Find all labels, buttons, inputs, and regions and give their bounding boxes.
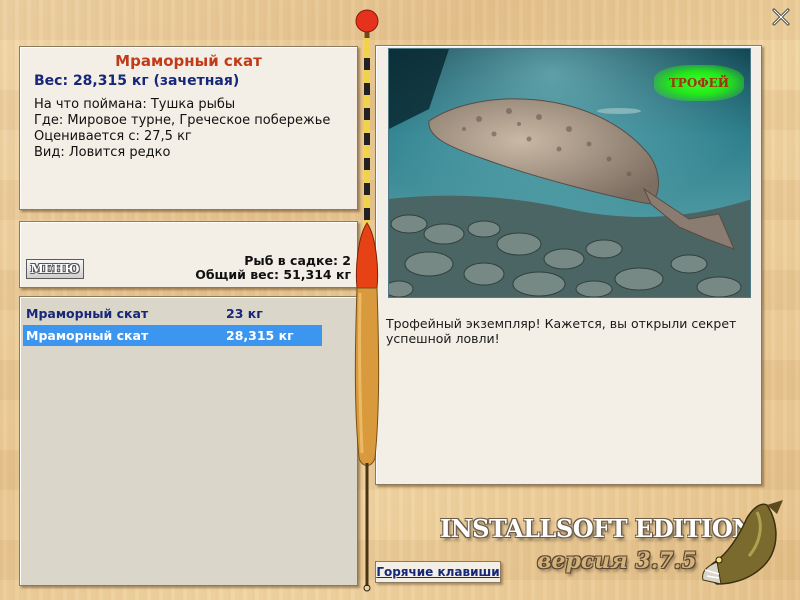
trophy-description: Трофейный экземпляр! Кажется, вы открыли… xyxy=(386,316,737,346)
catch-weight: 23 кг xyxy=(226,306,263,321)
fish-count: Рыб в садке: 2 xyxy=(244,253,351,268)
pike-fish-icon xyxy=(702,500,783,585)
fishing-float-icon xyxy=(354,9,380,592)
hotkeys-label: Горячие клавиши xyxy=(376,565,500,579)
fish-name-title: Мраморный скат xyxy=(115,52,262,70)
list-item[interactable]: Мраморный скат 23 кг xyxy=(23,303,322,324)
bait-line: На что поймана: Тушка рыбы xyxy=(34,97,236,112)
catch-name: Мраморный скат xyxy=(26,306,149,321)
trophy-badge: ТРОФЕЙ xyxy=(654,65,744,101)
valued-line: Оценивается с: 27,5 кг xyxy=(34,129,192,144)
fish-weight: Вес: 28,315 кг (зачетная) xyxy=(34,73,240,89)
menu-button[interactable]: МЕНЮ xyxy=(26,259,84,279)
close-icon[interactable] xyxy=(771,7,791,27)
rarity-line: Вид: Ловится редко xyxy=(34,145,171,160)
trophy-panel: ТРОФЕЙ Трофейный экземпляр! Кажется, вы … xyxy=(375,45,762,485)
version-label: версия 3.7.5 xyxy=(537,548,697,574)
hotkeys-button[interactable]: Горячие клавиши xyxy=(375,561,501,583)
place-line: Где: Мировое турне, Греческое побережье xyxy=(34,113,331,128)
catch-summary-panel: МЕНЮ Рыб в садке: 2 Общий вес: 51,314 кг xyxy=(19,221,358,288)
catch-list: Мраморный скат 23 кг Мраморный скат 28,3… xyxy=(19,296,358,586)
fish-photo: ТРОФЕЙ xyxy=(388,48,751,298)
list-item[interactable]: Мраморный скат 28,315 кг xyxy=(23,325,322,346)
catch-weight: 28,315 кг xyxy=(226,328,294,343)
fish-info-panel: Мраморный скат Вес: 28,315 кг (зачетная)… xyxy=(19,46,358,210)
total-weight: Общий вес: 51,314 кг xyxy=(195,267,351,282)
catch-name: Мраморный скат xyxy=(26,328,149,343)
